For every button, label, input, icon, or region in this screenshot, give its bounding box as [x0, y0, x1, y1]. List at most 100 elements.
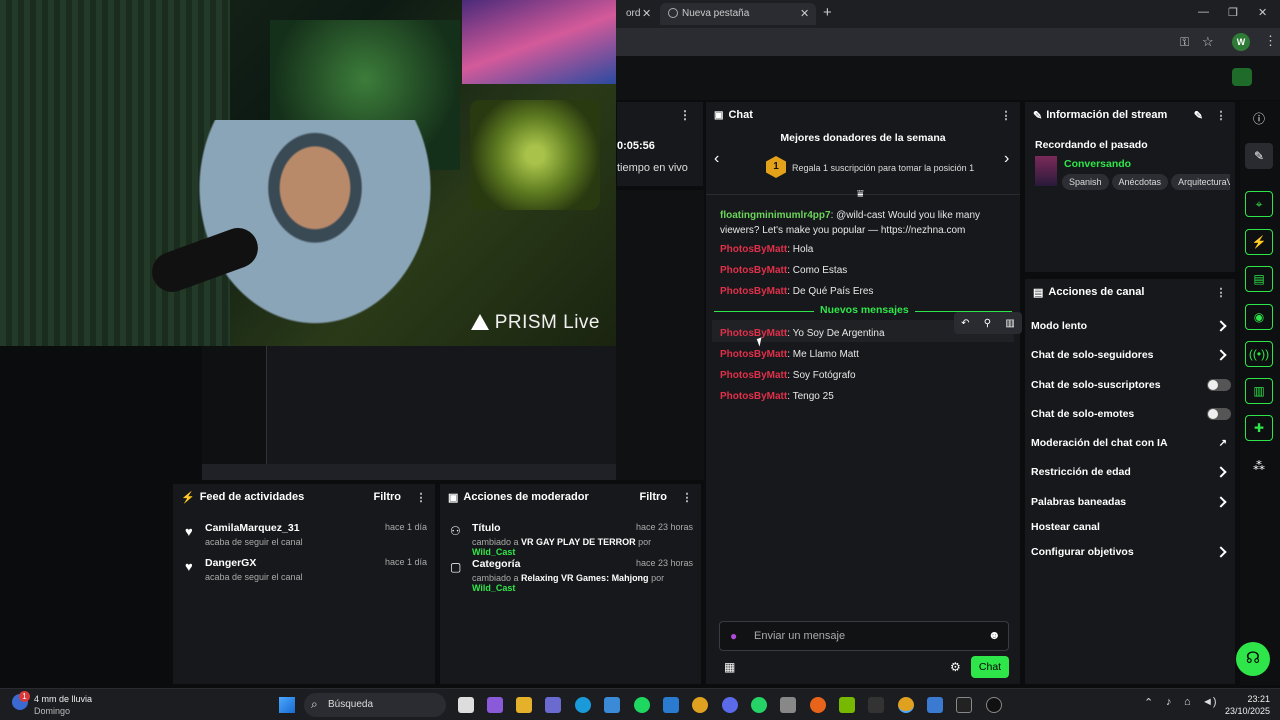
subscribers-only-item[interactable]: Chat de solo-suscriptores: [1031, 373, 1231, 397]
spotify-icon[interactable]: [634, 697, 650, 713]
followers-only-item[interactable]: Chat de solo-seguidores: [1031, 343, 1231, 367]
task-view-icon[interactable]: [458, 697, 474, 713]
mod-filter-button[interactable]: Filtro: [640, 491, 668, 503]
chat-message[interactable]: PhotosByMatt: Soy Fotógrafo: [720, 368, 1012, 383]
activity-filter-button[interactable]: Filtro: [374, 491, 402, 503]
app-icon[interactable]: [868, 697, 884, 713]
clock-time[interactable]: 23:21: [1226, 694, 1270, 704]
emotes-only-toggle[interactable]: [1207, 408, 1231, 420]
new-tab-button[interactable]: +: [823, 4, 832, 21]
volume-icon[interactable]: ◄): [1202, 696, 1217, 708]
browser-tab[interactable]: ord: [616, 3, 658, 25]
app-icon[interactable]: [663, 697, 679, 713]
activity-feed-header: ⚡ Feed de actividades Filtro ⋮: [173, 484, 435, 510]
key-icon[interactable]: ⚿: [1180, 35, 1189, 50]
chat-menu-icon[interactable]: ⋮: [1000, 109, 1012, 122]
taskbar-search[interactable]: ⌕ Búsqueda: [304, 693, 446, 717]
app-icon[interactable]: [927, 697, 943, 713]
chat-message[interactable]: floatingminimumlr4pp7: @wild-cast Would …: [720, 208, 1012, 238]
minimize-icon[interactable]: —: [1198, 6, 1209, 18]
tray-chevron-icon[interactable]: ⌃: [1144, 696, 1153, 709]
chrome-active-icon[interactable]: [898, 697, 914, 713]
restore-icon[interactable]: ❐: [1228, 6, 1238, 19]
firefox-icon[interactable]: [810, 697, 826, 713]
nvidia-icon[interactable]: [839, 697, 855, 713]
browser-tab-active[interactable]: Nueva pestaña: [660, 3, 816, 25]
activity-event[interactable]: CamilaMarquez_31 acaba de seguir el cana…: [205, 522, 427, 547]
store-icon[interactable]: [604, 697, 620, 713]
apps-icon[interactable]: ⁂: [1245, 453, 1273, 479]
emotes-only-item[interactable]: Chat de solo-emotes: [1031, 402, 1231, 426]
network-icon[interactable]: ⌂: [1184, 696, 1191, 708]
ai-moderation-item[interactable]: Moderación del chat con IA ↗: [1031, 431, 1231, 455]
close-tab-icon[interactable]: ✕: [800, 7, 809, 20]
chat-message[interactable]: PhotosByMatt: Me Llamo Matt: [720, 347, 1012, 362]
wrench-icon[interactable]: ✚: [1245, 415, 1273, 441]
epic-games-icon[interactable]: [956, 697, 972, 713]
channel-actions-panel: ▤ Acciones de canal ⋮ Modo lento Chat de…: [1024, 278, 1236, 685]
donors-next-icon[interactable]: ›: [1004, 150, 1009, 168]
store-icon[interactable]: ▦: [724, 660, 735, 674]
pin-icon[interactable]: ⚲: [984, 318, 991, 329]
channel-actions-menu-icon[interactable]: ⋮: [1215, 286, 1227, 299]
layout-icon[interactable]: ▥: [1245, 378, 1273, 404]
discord-icon[interactable]: [722, 697, 738, 713]
delete-icon[interactable]: ▥: [1005, 318, 1014, 329]
close-window-icon[interactable]: ✕: [1258, 6, 1267, 19]
subscribers-only-toggle[interactable]: [1207, 379, 1231, 391]
panel-menu-icon[interactable]: ⋮: [679, 108, 691, 122]
lightning-icon[interactable]: ⚡: [1245, 229, 1273, 255]
donors-prev-icon[interactable]: ‹: [714, 150, 719, 168]
teams-icon[interactable]: [545, 697, 561, 713]
close-tab-icon[interactable]: ✕: [642, 7, 651, 20]
chat-message[interactable]: PhotosByMatt: Como Estas: [720, 263, 1012, 278]
notes-icon[interactable]: ▤: [1245, 266, 1273, 292]
copilot-icon[interactable]: [487, 697, 503, 713]
kick-logo-icon[interactable]: [1232, 68, 1252, 86]
bookmark-star-icon[interactable]: ☆: [1202, 34, 1214, 50]
edit-pencil-icon[interactable]: ✎: [1194, 109, 1203, 122]
stream-info-menu-icon[interactable]: ⋮: [1215, 109, 1227, 122]
donor-rank-badge: 1: [766, 156, 786, 178]
emoji-icon[interactable]: ☻: [988, 628, 1001, 642]
mod-event[interactable]: Título cambiado a VR GAY PLAY DE TERROR …: [472, 522, 693, 557]
pencil-icon[interactable]: ✎: [1245, 143, 1273, 169]
obs-icon[interactable]: [986, 697, 1002, 713]
banned-words-item[interactable]: Palabras baneadas: [1031, 490, 1231, 514]
slow-mode-item[interactable]: Modo lento: [1031, 314, 1231, 338]
edge-icon[interactable]: [575, 697, 591, 713]
mod-event[interactable]: Categoría cambiado a Relaxing VR Games: …: [472, 558, 693, 593]
configure-goals-item[interactable]: Configurar objetivos: [1031, 540, 1231, 564]
start-button[interactable]: [279, 697, 295, 713]
reply-icon[interactable]: ↶: [961, 318, 969, 329]
chat-message[interactable]: PhotosByMatt: Hola: [720, 242, 1012, 257]
weather-text[interactable]: 4 mm de lluvia: [34, 694, 92, 704]
activity-menu-icon[interactable]: ⋮: [415, 491, 427, 504]
support-headset-icon[interactable]: ☊: [1236, 642, 1270, 676]
app-icon[interactable]: [780, 697, 796, 713]
info-icon[interactable]: ⓘ: [1245, 105, 1273, 131]
clock-date[interactable]: 23/10/2025: [1216, 706, 1270, 716]
age-restriction-item[interactable]: Restricción de edad: [1031, 460, 1231, 484]
browser-menu-icon[interactable]: ⋮: [1264, 33, 1277, 49]
whatsapp-icon[interactable]: [751, 697, 767, 713]
clip-icon[interactable]: ⌖: [1245, 191, 1273, 217]
category-name[interactable]: Conversando: [1064, 158, 1131, 170]
file-explorer-icon[interactable]: [516, 697, 532, 713]
chrome-icon[interactable]: [692, 697, 708, 713]
mic-tray-icon[interactable]: ♪: [1166, 696, 1172, 708]
chat-message[interactable]: PhotosByMatt: De Qué País Eres: [720, 284, 1012, 299]
mod-menu-icon[interactable]: ⋮: [681, 491, 693, 504]
host-channel-item[interactable]: Hostear canal: [1031, 515, 1231, 539]
pinned-filter-icon[interactable]: ⩸: [857, 188, 864, 201]
chat-icon[interactable]: ◉: [1245, 304, 1273, 330]
address-bar[interactable]: ⚿ ☆ W ⋮: [616, 28, 1280, 56]
chat-input-field[interactable]: ● Enviar un mensaje ☻: [719, 621, 1009, 651]
microphone-icon[interactable]: ●: [730, 629, 737, 643]
activity-event[interactable]: DangerGX acaba de seguir el canal hace 1…: [205, 557, 427, 582]
broadcast-icon[interactable]: ((•)): [1245, 341, 1273, 367]
profile-avatar[interactable]: W: [1232, 33, 1250, 51]
settings-gear-icon[interactable]: ⚙: [950, 660, 961, 674]
chat-message[interactable]: PhotosByMatt: Tengo 25: [720, 389, 1012, 404]
send-chat-button[interactable]: Chat: [971, 656, 1009, 678]
